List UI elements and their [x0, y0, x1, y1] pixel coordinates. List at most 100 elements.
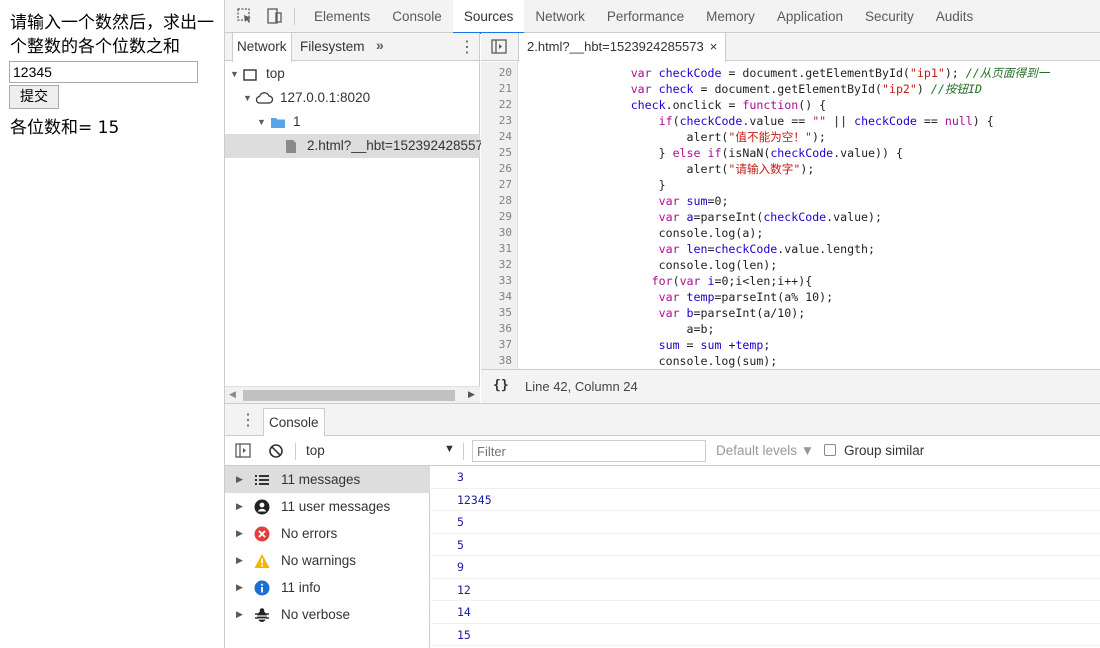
code-line[interactable]: 31 var len=checkCode.value.length;	[481, 241, 1100, 257]
scroll-right-icon[interactable]: ▶	[468, 389, 475, 400]
tab-application[interactable]: Application	[766, 0, 854, 33]
line-number[interactable]: 32	[481, 257, 512, 273]
code-line[interactable]: 38 console.log(sum);	[481, 353, 1100, 369]
code-line[interactable]: 26 alert("请输入数字");	[481, 161, 1100, 177]
line-number[interactable]: 35	[481, 305, 512, 321]
line-number[interactable]: 21	[481, 81, 512, 97]
tree-item-host[interactable]: ▼ 127.0.0.1:8020	[225, 86, 480, 110]
group-similar-checkbox[interactable]	[824, 444, 836, 456]
log-levels-dropdown[interactable]: Default levels ▼	[716, 443, 814, 458]
horizontal-scrollbar[interactable]: ◀ ▶	[225, 386, 480, 403]
sidebar-item-messages[interactable]: ▶ 11 messages	[225, 466, 430, 493]
number-input[interactable]	[9, 61, 198, 83]
code-line[interactable]: 32 console.log(len);	[481, 257, 1100, 273]
web-page: 请输入一个数然后，求出一个整数的各个位数之和 提交 各位数和= 15	[0, 0, 224, 648]
code-line[interactable]: 37 sum = sum +temp;	[481, 337, 1100, 353]
code-line[interactable]: 29 var a=parseInt(checkCode.value);	[481, 209, 1100, 225]
tree-item-folder[interactable]: ▼ 1	[225, 110, 480, 134]
submit-button[interactable]: 提交	[9, 85, 59, 109]
sidebar-item-errors[interactable]: ▶ No errors	[225, 520, 430, 547]
line-number[interactable]: 20	[481, 65, 512, 81]
drawer-menu-icon[interactable]: ⋮	[240, 410, 256, 430]
code-line[interactable]: 23 if(checkCode.value == "" || checkCode…	[481, 113, 1100, 129]
editor-statusbar: {} Line 42, Column 24	[481, 369, 1100, 403]
expand-arrow-icon[interactable]: ▶	[236, 520, 243, 547]
tab-network[interactable]: Network	[232, 33, 292, 62]
line-number[interactable]: 27	[481, 177, 512, 193]
code-line[interactable]: 22 check.onclick = function() {	[481, 97, 1100, 113]
line-number[interactable]: 29	[481, 209, 512, 225]
line-number[interactable]: 34	[481, 289, 512, 305]
code-line[interactable]: 35 var b=parseInt(a/10);	[481, 305, 1100, 321]
expand-arrow-icon[interactable]: ▼	[230, 62, 239, 86]
line-number[interactable]: 22	[481, 97, 512, 113]
filter-input[interactable]	[472, 440, 706, 462]
tab-console[interactable]: Console	[263, 408, 325, 437]
code-text: console.log(sum);	[658, 354, 778, 368]
line-number[interactable]: 37	[481, 337, 512, 353]
scrollbar-thumb[interactable]	[243, 390, 455, 401]
toggle-navigator-icon[interactable]	[491, 39, 507, 54]
devtools-tabbar: Elements Console Sources Network Performance…	[225, 0, 1100, 34]
expand-arrow-icon[interactable]: ▶	[236, 547, 243, 574]
expand-arrow-icon[interactable]: ▶	[236, 601, 243, 628]
tab-sources[interactable]: Sources	[452, 0, 525, 34]
line-number[interactable]: 30	[481, 225, 512, 241]
code-line[interactable]: 28 var sum=0;	[481, 193, 1100, 209]
close-icon[interactable]: ×	[710, 39, 718, 54]
tab-console[interactable]: Console	[381, 0, 453, 33]
scroll-left-icon[interactable]: ◀	[229, 389, 236, 400]
line-number[interactable]: 28	[481, 193, 512, 209]
line-number[interactable]: 31	[481, 241, 512, 257]
tab-audits[interactable]: Audits	[925, 0, 985, 33]
code-line[interactable]: 21 var check = document.getElementById("…	[481, 81, 1100, 97]
expand-arrow-icon[interactable]: ▶	[236, 574, 243, 601]
line-number[interactable]: 33	[481, 273, 512, 289]
tree-item-top[interactable]: ▼ top	[225, 62, 480, 86]
dropdown-arrow-icon[interactable]: ▼	[444, 443, 455, 455]
navigator-menu-icon[interactable]: ⋮	[459, 37, 475, 57]
code-line[interactable]: 34 var temp=parseInt(a% 10);	[481, 289, 1100, 305]
code-line[interactable]: 20 var checkCode = document.getElementBy…	[481, 65, 1100, 81]
code-text: var b=parseInt(a/10);	[658, 306, 806, 320]
tree-item-file[interactable]: 2.html?__hbt=152392428557	[225, 134, 483, 158]
inspect-element-icon[interactable]	[236, 7, 254, 25]
tab-performance[interactable]: Performance	[596, 0, 695, 33]
line-number[interactable]: 36	[481, 321, 512, 337]
sidebar-item-info[interactable]: ▶ 11 info	[225, 574, 430, 601]
code-text: alert("值不能为空！");	[686, 130, 826, 144]
line-number[interactable]: 24	[481, 129, 512, 145]
line-number[interactable]: 25	[481, 145, 512, 161]
code-line[interactable]: 36 a=b;	[481, 321, 1100, 337]
tab-filesystem[interactable]: Filesystem	[296, 33, 369, 61]
code-area[interactable]: 20 var checkCode = document.getElementBy…	[481, 62, 1100, 369]
tab-elements[interactable]: Elements	[303, 0, 381, 33]
code-line[interactable]: 33 for(var i=0;i<len;i++){	[481, 273, 1100, 289]
sidebar-item-warnings[interactable]: ▶ No warnings	[225, 547, 430, 574]
tab-network[interactable]: Network	[524, 0, 596, 33]
console-messages[interactable]: 3 12345 5 5 9 12 14 15	[431, 466, 1100, 648]
code-line[interactable]: 24 alert("值不能为空！");	[481, 129, 1100, 145]
pretty-print-icon[interactable]: {}	[493, 378, 509, 393]
clear-console-icon[interactable]	[268, 443, 284, 459]
code-line[interactable]: 27 }	[481, 177, 1100, 193]
expand-arrow-icon[interactable]: ▼	[243, 86, 252, 110]
toggle-sidebar-icon[interactable]	[235, 443, 251, 458]
line-number[interactable]: 23	[481, 113, 512, 129]
code-line[interactable]: 25 } else if(isNaN(checkCode.value)) {	[481, 145, 1100, 161]
line-number[interactable]: 38	[481, 353, 512, 369]
expand-arrow-icon[interactable]: ▶	[236, 493, 243, 520]
tab-memory[interactable]: Memory	[695, 0, 766, 33]
tab-file[interactable]: 2.html?__hbt=1523924285573 ×	[518, 33, 727, 62]
device-toolbar-icon[interactable]	[265, 7, 283, 25]
expand-arrow-icon[interactable]: ▶	[236, 466, 243, 493]
line-number[interactable]: 26	[481, 161, 512, 177]
code-line[interactable]: 30 console.log(a);	[481, 225, 1100, 241]
sidebar-item-label: 11 messages	[281, 472, 361, 487]
context-selector[interactable]: top	[306, 443, 325, 458]
sidebar-item-verbose[interactable]: ▶ No verbose	[225, 601, 430, 628]
expand-arrow-icon[interactable]: ▼	[257, 110, 266, 134]
more-tabs-icon[interactable]: »	[376, 37, 384, 53]
sidebar-item-user-messages[interactable]: ▶ 11 user messages	[225, 493, 430, 520]
tab-security[interactable]: Security	[854, 0, 925, 33]
